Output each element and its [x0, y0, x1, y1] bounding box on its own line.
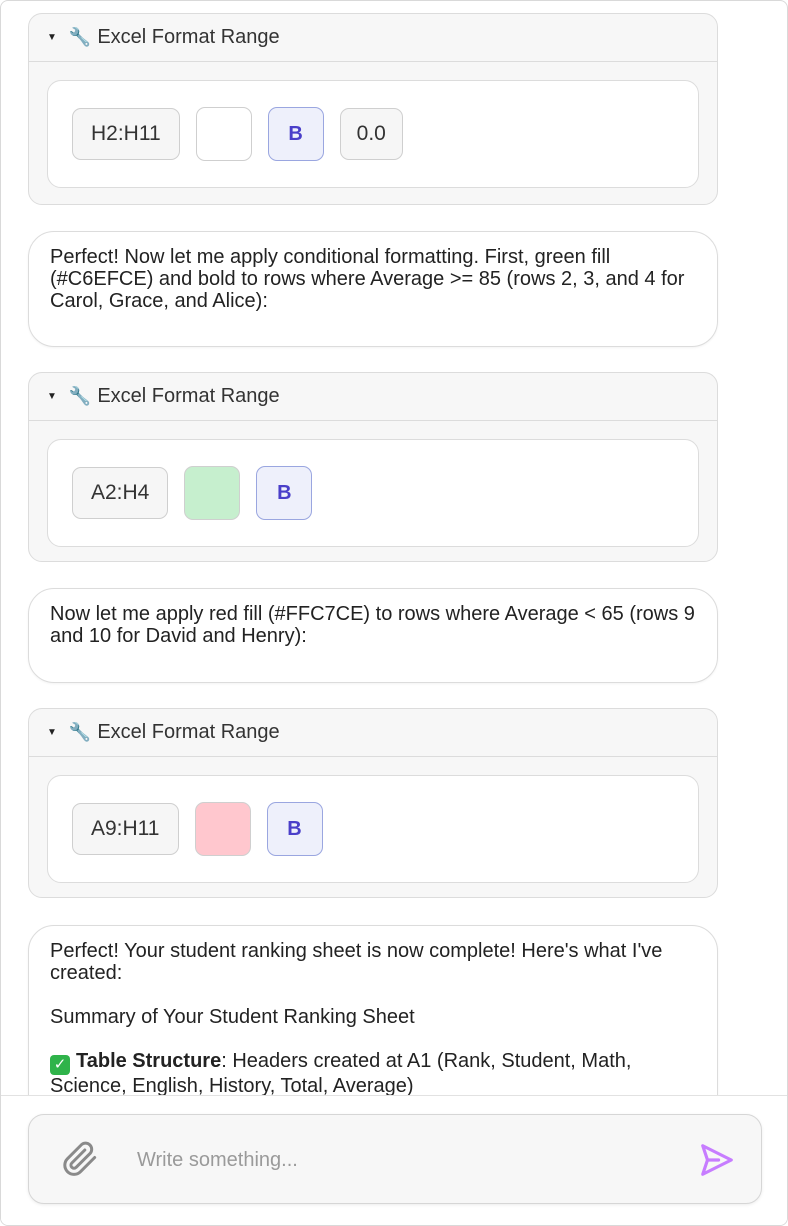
message-text: Now let me apply red fill (#FFC7CE) to r…	[50, 603, 695, 647]
number-format-chip: 0.0	[339, 108, 403, 160]
caret-down-icon[interactable]: ▼	[47, 727, 57, 738]
chat-window: ▼ 🔧 Excel Format Range H2:H11 B 0.0 Perf…	[0, 0, 788, 1226]
tool-card-title: Excel Format Range	[97, 721, 280, 743]
bold-chip: B	[266, 802, 323, 856]
range-chip: A2:H4	[72, 467, 169, 519]
range-chip: H2:H11	[72, 108, 180, 160]
tool-card-header[interactable]: ▼ 🔧 Excel Format Range	[29, 709, 717, 757]
range-chip: A9:H11	[72, 803, 179, 855]
assistant-message: Perfect! Now let me apply conditional fo…	[28, 231, 718, 347]
tool-card-format-range: ▼ 🔧 Excel Format Range A9:H11 B	[28, 708, 718, 898]
tool-card-params: A9:H11 B	[47, 775, 699, 883]
caret-down-icon[interactable]: ▼	[47, 32, 57, 43]
fill-color-swatch	[195, 107, 252, 161]
composer-area	[1, 1095, 787, 1225]
wrench-icon: 🔧	[68, 386, 92, 406]
tool-card-format-range: ▼ 🔧 Excel Format Range H2:H11 B 0.0	[28, 13, 718, 205]
tool-card-title: Excel Format Range	[97, 26, 280, 48]
caret-down-icon[interactable]: ▼	[47, 391, 57, 402]
send-icon[interactable]	[697, 1141, 737, 1179]
tool-card-format-range: ▼ 🔧 Excel Format Range A2:H4 B	[28, 372, 718, 562]
wrench-icon: 🔧	[68, 27, 92, 47]
wrench-icon: 🔧	[68, 722, 92, 742]
message-input[interactable]	[137, 1143, 657, 1177]
chat-transcript: ▼ 🔧 Excel Format Range H2:H11 B 0.0 Perf…	[1, 1, 787, 1095]
assistant-message: Now let me apply red fill (#FFC7CE) to r…	[28, 588, 718, 683]
message-heading: Summary of Your Student Ranking Sheet	[50, 1006, 415, 1028]
bold-chip: B	[256, 466, 313, 520]
paperclip-icon[interactable]	[59, 1139, 99, 1179]
tool-card-title: Excel Format Range	[97, 385, 280, 407]
message-text: Perfect! Your student ranking sheet is n…	[50, 940, 663, 984]
tool-card-header[interactable]: ▼ 🔧 Excel Format Range	[29, 14, 717, 62]
message-bullet: ✓ Table Structure: Headers created at A1 …	[50, 1050, 695, 1095]
bold-chip: B	[267, 107, 324, 161]
tool-card-header[interactable]: ▼ 🔧 Excel Format Range	[29, 373, 717, 421]
message-composer	[28, 1114, 762, 1204]
assistant-message: Perfect! Your student ranking sheet is n…	[28, 925, 718, 1095]
fill-color-swatch	[184, 466, 241, 520]
bullet-bold-label: Table Structure	[76, 1050, 222, 1072]
fill-color-swatch	[194, 802, 251, 856]
tool-card-params: A2:H4 B	[47, 439, 699, 547]
tool-card-params: H2:H11 B 0.0	[47, 80, 699, 188]
check-mark-icon: ✓	[50, 1055, 70, 1075]
message-text: Perfect! Now let me apply conditional fo…	[50, 246, 685, 312]
